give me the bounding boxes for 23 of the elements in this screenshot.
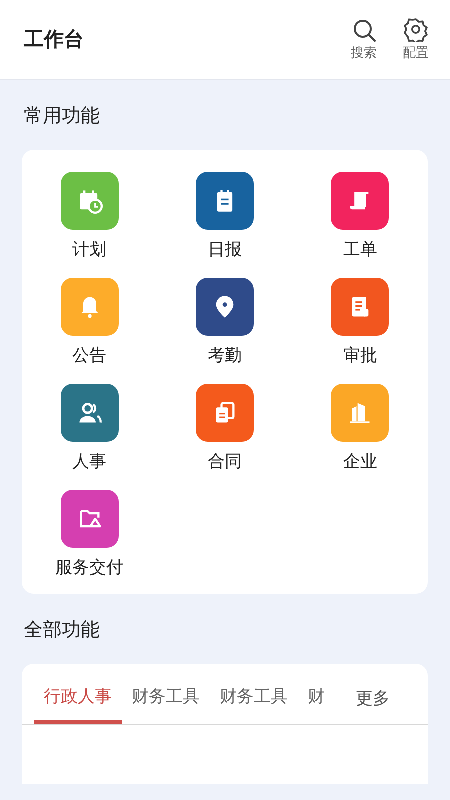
- more-button[interactable]: 更多: [344, 664, 396, 724]
- category-tab[interactable]: 财务工具: [210, 664, 298, 724]
- search-icon: [352, 18, 376, 42]
- category-tab[interactable]: 行政人事: [34, 664, 122, 724]
- search-button[interactable]: 搜索: [342, 18, 386, 62]
- feature-item[interactable]: 服务交付: [22, 490, 158, 580]
- section-title: 全部功能: [23, 618, 101, 643]
- page-title: 工作台: [24, 26, 84, 53]
- category-tab[interactable]: 财务工具: [122, 664, 210, 724]
- feature-item[interactable]: 考勤: [157, 278, 293, 368]
- people-icon: [76, 400, 103, 426]
- feature-item[interactable]: 企业: [292, 384, 428, 474]
- feature-item[interactable]: 审批: [292, 278, 428, 368]
- feature-item[interactable]: 工单: [292, 172, 428, 262]
- feature-item[interactable]: 公告: [22, 278, 158, 368]
- feature-item[interactable]: 人事: [22, 384, 158, 474]
- settings-icon: [404, 18, 428, 42]
- feature-item[interactable]: 计划: [22, 172, 158, 262]
- feature-item[interactable]: 日报: [157, 172, 293, 262]
- section-title: 常用功能: [23, 104, 101, 129]
- settings-button[interactable]: 配置: [394, 18, 438, 62]
- category-tab[interactable]: 财: [298, 664, 335, 724]
- feature-item[interactable]: 合同: [157, 384, 293, 474]
